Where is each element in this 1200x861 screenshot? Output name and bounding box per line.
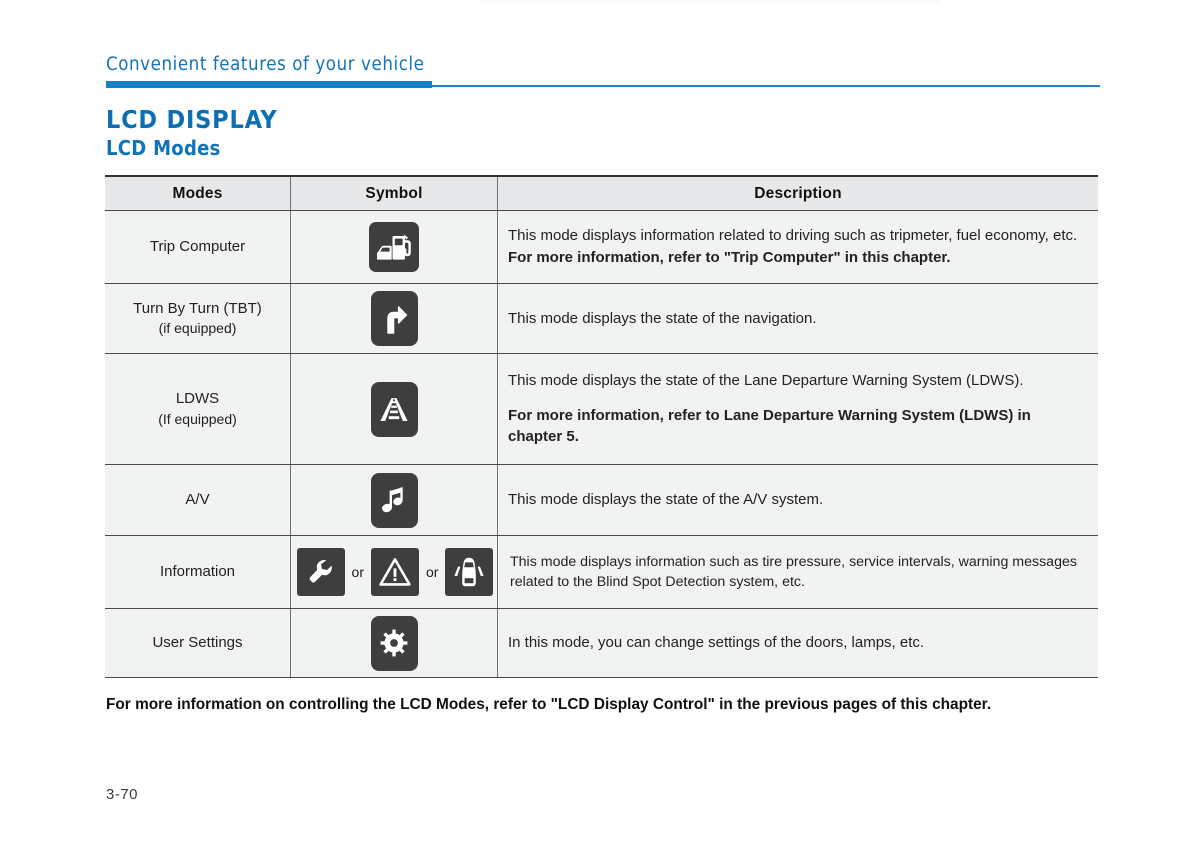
column-header-description-label: Description: [754, 184, 842, 202]
mode-label: User Settings: [152, 633, 243, 651]
mode-sublabel: (If equipped): [158, 410, 237, 427]
description-note: For more information, refer to Lane Depa…: [508, 406, 1031, 446]
information-icon-group: or or: [291, 548, 499, 596]
scan-artifact: [478, 0, 940, 4]
table-row: Trip Computer This mode displays informa…: [105, 211, 1098, 284]
lane-departure-road-icon: [370, 381, 418, 437]
page-number: 3-70: [106, 786, 139, 803]
closing-note: For more information on controlling the …: [106, 696, 992, 713]
warning-triangle-icon: [371, 548, 419, 596]
cell-description: This mode displays the state of the navi…: [498, 284, 1098, 353]
separator-or: or: [344, 565, 371, 579]
table-header-row: Modes Symbol Description: [105, 175, 1098, 211]
chapter-title: Convenient features of your vehicle: [106, 54, 425, 75]
cell-symbol: [290, 284, 498, 353]
cell-description: In this mode, you can change settings of…: [498, 609, 1098, 677]
mode-label: Turn By Turn (TBT): [133, 299, 262, 317]
lcd-modes-table: Modes Symbol Description Trip Computer T…: [105, 175, 1098, 678]
mode-label: A/V: [185, 490, 210, 508]
table-row: Information or or This mode displays inf…: [105, 536, 1098, 609]
subsection-title: LCD Modes: [106, 136, 221, 160]
page-title: LCD DISPLAY: [106, 105, 278, 134]
cell-description: This mode displays the state of the A/V …: [498, 465, 1098, 535]
cell-symbol: [290, 354, 498, 464]
cell-description: This mode displays information such as t…: [498, 536, 1098, 608]
column-header-symbol: Symbol: [290, 177, 498, 210]
description-paragraph: This mode displays the state of the A/V …: [508, 491, 824, 509]
cell-mode: Information: [105, 536, 290, 608]
cell-mode: A/V: [105, 465, 290, 535]
wrench-icon: [296, 548, 345, 596]
cell-mode: Turn By Turn (TBT) (if equipped): [105, 284, 290, 353]
cell-symbol: or or: [290, 536, 498, 608]
description-paragraph: This mode displays information related t…: [508, 227, 1078, 245]
description-note: For more information, refer to "Trip Com…: [508, 249, 951, 266]
manual-page: Convenient features of your vehicle LCD …: [0, 0, 1200, 861]
cell-mode: Trip Computer: [105, 211, 290, 283]
description-paragraph: This mode displays information such as t…: [510, 553, 1077, 590]
header-rule: [106, 81, 1100, 89]
mode-label: Information: [159, 562, 236, 580]
blind-spot-car-icon: [445, 548, 494, 596]
table-row: Turn By Turn (TBT) (if equipped) This mo…: [105, 284, 1098, 354]
column-header-modes: Modes: [105, 177, 290, 210]
column-header-description: Description: [498, 177, 1098, 210]
header-rule-thin: [432, 85, 1100, 87]
cell-mode: User Settings: [105, 609, 290, 677]
music-note-icon: [370, 472, 418, 528]
table-row: LDWS (If equipped) This mode displays th…: [105, 354, 1098, 465]
turn-right-arrow-icon: [370, 291, 418, 346]
column-header-modes-label: Modes: [172, 184, 223, 202]
gear-icon: [370, 615, 418, 671]
cell-symbol: [290, 609, 498, 677]
header-rule-thick: [106, 81, 432, 88]
mode-label: Trip Computer: [149, 237, 246, 255]
cell-mode: LDWS (If equipped): [105, 354, 290, 464]
table-row: A/V This mode displays the state of the …: [105, 465, 1098, 536]
table-row: User Settings In this mode, you can chan…: [105, 609, 1098, 678]
cell-description: This mode displays information related t…: [498, 211, 1098, 283]
cell-symbol: [290, 465, 498, 535]
description-paragraph: This mode displays the state of the Lane…: [508, 371, 1024, 389]
description-paragraph: This mode displays the state of the navi…: [508, 309, 817, 327]
description-paragraph: In this mode, you can change settings of…: [508, 634, 925, 652]
running-header: Convenient features of your vehicle: [106, 54, 1100, 90]
separator-or: or: [419, 565, 446, 579]
cell-description: This mode displays the state of the Lane…: [498, 354, 1098, 464]
mode-sublabel: (if equipped): [158, 320, 237, 337]
mode-label: LDWS: [175, 390, 220, 408]
cell-symbol: [290, 211, 498, 283]
column-header-symbol-label: Symbol: [365, 184, 423, 202]
fuel-pump-car-icon: [369, 222, 419, 272]
